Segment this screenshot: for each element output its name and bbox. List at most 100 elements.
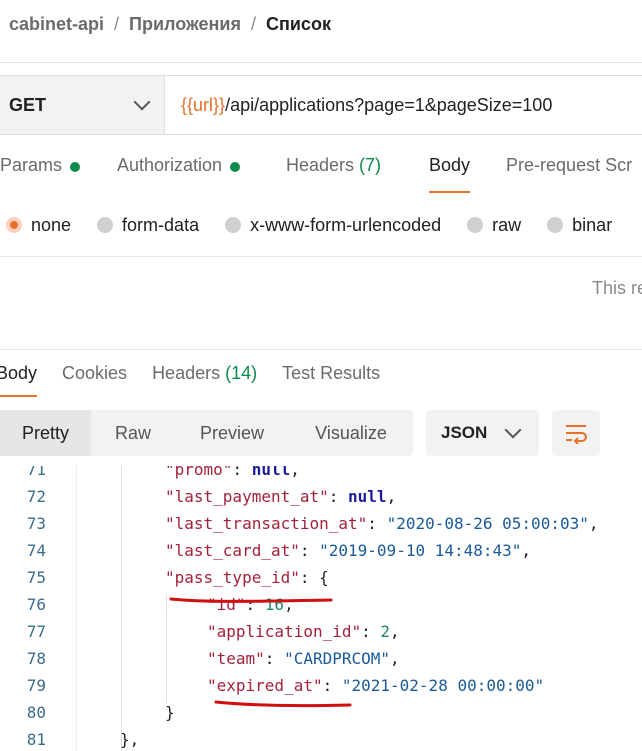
code-token: : [232,466,252,479]
divider [0,349,642,350]
line-number: 73 [26,514,46,533]
code-token: "last_card_at" [165,541,300,560]
radio-binary[interactable]: binar [547,215,612,236]
status-dot-icon [230,162,241,172]
code-content: "last_payment_at": null, [165,487,396,506]
response-tab-test-results[interactable]: Test Results [282,363,380,399]
code-token: : [245,595,265,614]
wrap-lines-button[interactable] [552,410,600,456]
format-select[interactable]: JSON [426,410,539,456]
radio-icon [547,217,564,233]
response-tab-body[interactable]: Body [0,363,38,399]
radio-none[interactable]: none [6,215,71,236]
status-dot-icon [70,162,81,172]
response-view-toolbar: Pretty Raw Preview Visualize JSON [0,410,642,456]
method-select[interactable]: GET [0,76,165,134]
radio-label: none [31,214,72,235]
line-number: 79 [26,676,46,695]
tab-label: Cookies [62,363,128,383]
tab-headers[interactable]: Headers (7) [286,155,429,195]
radio-label: raw [492,214,522,235]
radio-raw[interactable]: raw [467,215,521,236]
view-mode-raw[interactable]: Raw [91,410,175,456]
url-input[interactable]: {{url}}/api/applications?page=1&pageSize… [165,76,642,134]
view-mode-preview[interactable]: Preview [175,410,289,456]
code-content: "last_transaction_at": "2020-08-26 05:00… [165,514,599,533]
tab-label: Pre-request Scr [506,155,633,175]
response-tab-cookies[interactable]: Cookies [62,363,127,399]
method-label: GET [9,94,47,115]
code-line: 77 "application_id": 2, [0,622,642,649]
code-line: 73 "last_transaction_at": "2020-08-26 05:… [0,514,642,541]
wrap-lines-icon [566,425,587,444]
code-token: : [264,649,285,668]
tab-label: Body [0,363,38,383]
code-token: } [165,703,175,722]
breadcrumb-current-request[interactable]: Список [266,14,331,35]
code-token: "last_transaction_at" [165,514,368,533]
response-body-code[interactable]: 71 "promo": null, 72 "last_payment_at": nul… [0,466,642,751]
code-token: "application_id" [207,622,362,641]
tab-label: Headers [152,363,221,383]
code-token: : [322,676,342,695]
code-token: "2020-08-26 05:00:03" [386,514,589,533]
tab-label: Authorization [117,155,223,175]
code-line: 79 "expired_at": "2021-02-28 00:00:00" [0,676,642,703]
chevron-down-icon [504,421,522,439]
response-tab-headers[interactable]: Headers (14) [152,363,257,399]
tab-authorization[interactable]: Authorization [117,155,286,195]
code-content: "expired_at": "2021-02-28 00:00:00" [207,676,544,695]
tab-body[interactable]: Body [429,155,471,195]
breadcrumb-separator: / [114,14,120,34]
view-mode-visualize[interactable]: Visualize [289,410,413,456]
breadcrumb-separator: / [250,14,256,34]
code-token: : [361,622,381,641]
line-number: 76 [26,595,46,614]
request-bar: GET {{url}}/api/applications?page=1&page… [0,75,642,135]
radio-icon [225,217,242,233]
code-line: 74 "last_card_at": "2019-09-10 14:48:43", [0,541,642,568]
code-token: : { [299,568,329,587]
code-token: 16 [264,595,285,614]
code-content: "pass_type_id": { [165,568,329,587]
request-tabs: Params Authorization Headers (7) Body Pr… [0,155,642,195]
radio-x-www-form-urlencoded[interactable]: x-www-form-urlencoded [225,215,441,236]
chevron-down-icon [133,93,151,111]
code-token: , [290,466,300,479]
code-token: , [390,649,400,668]
code-line: 80} [0,703,642,730]
url-path: /api/applications?page=1&pageSize=100 [225,94,553,115]
divider [0,256,642,257]
divider [0,62,642,63]
line-number: 80 [26,703,46,722]
line-number: 75 [26,568,46,587]
radio-form-data[interactable]: form-data [97,215,199,236]
radio-selected-icon [6,217,22,233]
breadcrumb-folder[interactable]: Приложения [129,14,241,35]
body-empty-note: This re [592,278,642,298]
code-token: , [588,514,599,533]
code-content: "team": "CARDPRCOM", [207,649,400,668]
breadcrumb-collection[interactable]: cabinet-api [9,14,104,35]
code-token: "promo" [165,466,233,479]
view-mode-pretty[interactable]: Pretty [0,410,91,456]
code-line: 75 "pass_type_id": { [0,568,642,595]
format-label: JSON [441,423,488,442]
code-token: "id" [207,595,246,614]
line-number: 78 [26,649,46,668]
tab-label: Params [0,155,63,175]
code-content: }, [120,730,139,749]
line-number: 77 [26,622,46,641]
response-tabs: Body Cookies Headers (14) Test Results [0,363,642,399]
tab-pre-request-script[interactable]: Pre-request Scr [506,155,632,195]
radio-label: x-www-form-urlencoded [250,214,442,235]
tab-params[interactable]: Params [0,155,117,195]
code-line: 76 "id": 16, [0,595,642,622]
postman-window: cabinet-api / Приложения / Список GET {{… [0,0,642,751]
tab-count-badge: (7) [359,155,382,175]
code-token: , [521,541,532,560]
radio-icon [467,217,484,233]
line-number: 71 [26,466,46,479]
code-line: 71 "promo": null, [0,466,642,487]
code-token: "2021-02-28 00:00:00" [341,676,545,695]
